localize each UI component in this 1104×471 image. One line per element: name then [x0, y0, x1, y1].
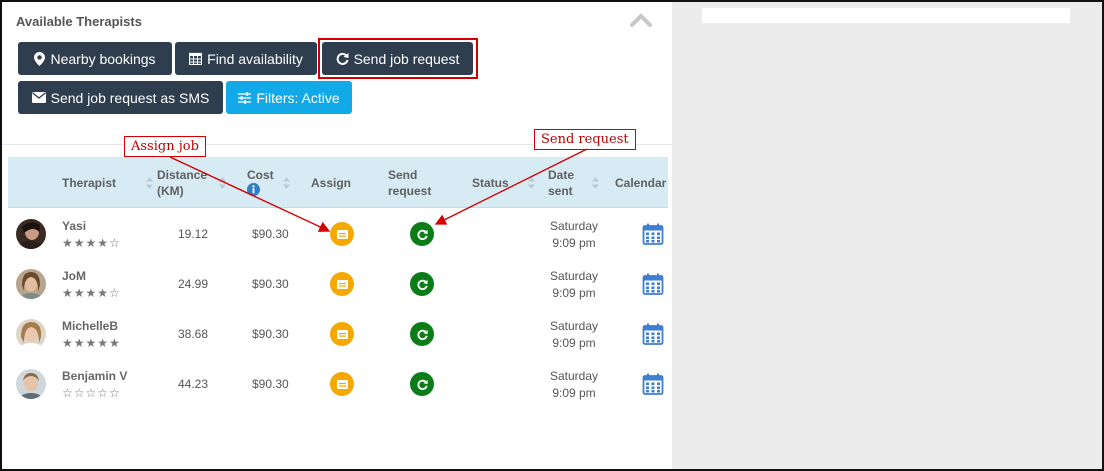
- table-row: MichelleB ★★★★★ 38.68 $90.30 Saturday 9:…: [8, 309, 668, 359]
- header-status[interactable]: Status: [472, 175, 509, 191]
- find-availability-label: Find availability: [207, 50, 303, 67]
- assign-card-icon: [336, 329, 348, 339]
- assign-job-button[interactable]: [330, 372, 354, 396]
- therapist-name[interactable]: Benjamin V: [62, 369, 127, 383]
- avatar: [16, 319, 46, 349]
- calendar-icon[interactable]: [642, 273, 664, 295]
- assign-card-icon: [336, 229, 348, 239]
- map-marker-icon: [34, 51, 46, 66]
- calendar-icon[interactable]: [642, 373, 664, 395]
- date-day: Saturday: [549, 369, 599, 383]
- cost-value: $90.30: [252, 377, 289, 391]
- date-time: 9:09 pm: [552, 236, 596, 250]
- rating-stars: ★★★★★: [62, 336, 121, 350]
- refresh-icon: [417, 379, 428, 390]
- send-request-callout: Send request: [534, 129, 636, 150]
- header-date-line1[interactable]: Date: [548, 167, 574, 183]
- info-icon[interactable]: [247, 183, 260, 196]
- date-sent: Saturday 9:09 pm: [538, 318, 610, 352]
- envelope-icon: [31, 92, 46, 103]
- distance-value: 19.12: [178, 227, 209, 241]
- refresh-icon: [417, 329, 428, 340]
- rating-stars: ☆☆☆☆☆: [62, 386, 121, 400]
- send-job-request-highlight: [318, 38, 478, 79]
- date-day: Saturday: [549, 219, 599, 233]
- avatar: [16, 219, 46, 249]
- assign-card-icon: [336, 379, 348, 389]
- available-therapists-panel: Available Therapists Nearby bookings Fin…: [2, 2, 672, 469]
- distance-value: 44.23: [178, 377, 209, 391]
- header-calendar[interactable]: Calendar: [615, 175, 668, 191]
- cost-value: $90.30: [252, 327, 289, 341]
- header-assign[interactable]: Assign: [311, 175, 351, 191]
- sort-icon[interactable]: [283, 177, 290, 189]
- panel-title: Available Therapists: [16, 14, 142, 29]
- header-distance-line1[interactable]: Distance: [157, 167, 207, 183]
- filters-button[interactable]: Filters: Active: [226, 81, 352, 114]
- filters-label: Filters: Active: [256, 89, 340, 106]
- therapist-name[interactable]: Yasi: [62, 219, 86, 233]
- cost-value: $90.30: [252, 277, 289, 291]
- sort-icon[interactable]: [219, 177, 226, 189]
- sort-icon[interactable]: [528, 177, 535, 189]
- distance-value: 24.99: [178, 277, 209, 291]
- nearby-bookings-button[interactable]: Nearby bookings: [18, 42, 172, 75]
- send-request-button[interactable]: [410, 372, 434, 396]
- date-time: 9:09 pm: [552, 336, 596, 350]
- distance-value: 38.68: [178, 327, 209, 341]
- table-header: Therapist Distance (KM) Cost Assign Send…: [8, 157, 668, 208]
- therapist-name[interactable]: MichelleB: [62, 319, 118, 333]
- assign-job-callout: Assign job: [124, 136, 206, 157]
- header-date-line2[interactable]: sent: [548, 183, 573, 199]
- header-cost[interactable]: Cost: [247, 167, 274, 183]
- avatar: [16, 369, 46, 399]
- header-send-line2[interactable]: request: [388, 183, 431, 199]
- table-row: Benjamin V ☆☆☆☆☆ 44.23 $90.30 Saturday 9…: [8, 359, 668, 409]
- rating-stars: ★★★★☆: [62, 286, 121, 300]
- date-sent: Saturday 9:09 pm: [538, 368, 610, 402]
- cost-value: $90.30: [252, 227, 289, 241]
- assign-card-icon: [336, 279, 348, 289]
- sliders-icon: [238, 91, 252, 104]
- send-request-button[interactable]: [410, 222, 434, 246]
- date-sent: Saturday 9:09 pm: [538, 218, 610, 252]
- date-sent: Saturday 9:09 pm: [538, 268, 610, 302]
- assign-job-button[interactable]: [330, 272, 354, 296]
- nearby-bookings-label: Nearby bookings: [50, 50, 156, 67]
- table-row: Yasi ★★★★☆ 19.12 $90.30 Saturday 9:09 pm: [8, 209, 668, 259]
- header-send-line1[interactable]: Send: [388, 167, 417, 183]
- sort-icon[interactable]: [146, 177, 153, 189]
- therapist-name[interactable]: JoM: [62, 269, 86, 283]
- send-request-button[interactable]: [410, 272, 434, 296]
- calendar-grid-icon: [189, 52, 203, 65]
- right-pane-strip: [702, 8, 1070, 23]
- date-day: Saturday: [549, 269, 599, 283]
- assign-job-button[interactable]: [330, 322, 354, 346]
- header-therapist[interactable]: Therapist: [62, 175, 116, 191]
- header-distance-line2[interactable]: (KM): [157, 183, 184, 199]
- avatar: [16, 269, 46, 299]
- right-pane: [672, 2, 1102, 469]
- rating-stars: ★★★★☆: [62, 236, 121, 250]
- refresh-icon: [417, 229, 428, 240]
- sort-icon[interactable]: [592, 177, 599, 189]
- find-availability-button[interactable]: Find availability: [175, 42, 317, 75]
- send-sms-button[interactable]: Send job request as SMS: [18, 81, 223, 114]
- chevron-up-icon[interactable]: [628, 10, 654, 30]
- calendar-icon[interactable]: [642, 223, 664, 245]
- assign-job-button[interactable]: [330, 222, 354, 246]
- date-time: 9:09 pm: [552, 286, 596, 300]
- refresh-icon: [417, 279, 428, 290]
- screenshot-frame: Available Therapists Nearby bookings Fin…: [0, 0, 1104, 471]
- calendar-icon[interactable]: [642, 323, 664, 345]
- table-row: JoM ★★★★☆ 24.99 $90.30 Saturday 9:09 pm: [8, 259, 668, 309]
- send-sms-label: Send job request as SMS: [50, 89, 210, 106]
- date-day: Saturday: [549, 319, 599, 333]
- date-time: 9:09 pm: [552, 386, 596, 400]
- send-request-button[interactable]: [410, 322, 434, 346]
